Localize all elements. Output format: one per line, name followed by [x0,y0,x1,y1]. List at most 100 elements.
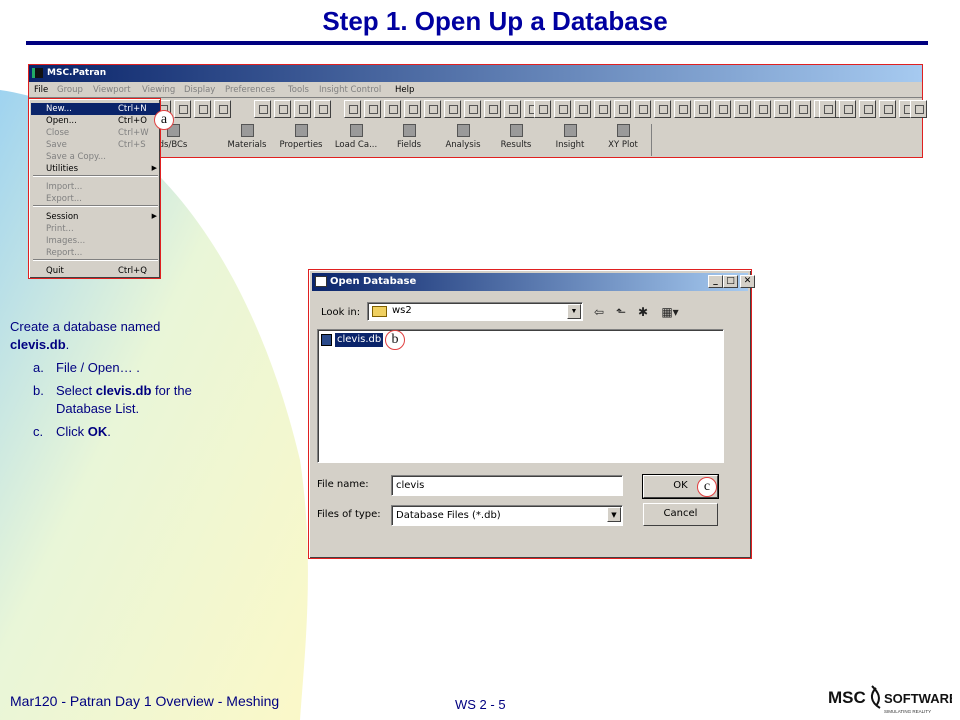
logo-software-text: SOFTWARE [884,691,952,706]
toolbar-button[interactable] [754,100,771,118]
app-button-fields[interactable]: Fields [382,122,436,156]
file-menu-item-session[interactable]: Session ▶ [31,211,160,223]
patran-menubar: File Group Viewport Viewing Display Pref… [29,82,922,98]
app-button-results[interactable]: Results [489,122,543,156]
file-menu-item-export[interactable]: Export... [31,193,160,205]
toolbar-button[interactable] [859,100,876,118]
toolbar-button[interactable] [484,100,501,118]
back-arrow-icon[interactable]: ⇦ [591,304,607,320]
file-menu-item-images[interactable]: Images... [31,235,160,247]
file-name-field[interactable]: clevis [391,475,623,496]
toolbar-button[interactable] [424,100,441,118]
file-menu-item-report[interactable]: Report... [31,247,160,259]
toolbar-button[interactable] [364,100,381,118]
menu-item-label: Open... [46,116,77,126]
app-button-insight[interactable]: Insight [543,122,597,156]
toolbar-button[interactable] [534,100,551,118]
app-button-xy-plot[interactable]: XY Plot [596,122,650,156]
toolbar-button[interactable] [194,100,211,118]
app-button-load-cases[interactable]: Load Ca... [329,122,383,156]
file-menu-item-close[interactable]: Close Ctrl+W [31,127,160,139]
toolbar-button[interactable] [879,100,896,118]
callout-a: a [154,110,174,130]
toolbar-button[interactable] [574,100,591,118]
menu-tools[interactable]: Tools [288,85,309,95]
dialog-titlebar: Open Database _ □ ✕ [312,273,755,291]
look-in-dropdown[interactable]: ws2 ▼ [367,302,583,321]
logo-tagline: SIMULATING REALITY [884,709,931,714]
file-menu-item-utilities[interactable]: Utilities ▶ [31,163,160,175]
cancel-button[interactable]: Cancel [643,503,718,526]
toolbar-button[interactable] [294,100,311,118]
toolbar-button[interactable] [654,100,671,118]
file-menu-item-new[interactable]: New... Ctrl+N [31,103,160,115]
menu-viewing[interactable]: Viewing [142,85,175,95]
new-folder-icon[interactable]: ✱ [635,304,651,320]
chevron-down-icon[interactable]: ▼ [607,507,621,522]
menu-file[interactable]: File [34,85,48,95]
menu-item-label: Report... [46,248,83,258]
toolbar-button[interactable] [794,100,811,118]
toolbar-button[interactable] [464,100,481,118]
menu-group[interactable]: Group [57,85,83,95]
file-list[interactable]: clevis.db [317,329,724,463]
file-menu-item-save[interactable]: Save Ctrl+S [31,139,160,151]
logo-msc-text: MSC [828,688,866,707]
up-folder-icon[interactable]: ⬑ [613,304,629,320]
menu-item-label: Import... [46,182,83,192]
menu-help[interactable]: Help [395,85,414,95]
file-menu-item-import[interactable]: Import... [31,181,160,193]
chevron-down-icon[interactable]: ▼ [567,304,581,319]
menu-item-label: Session [46,212,79,222]
minimize-button[interactable]: _ [708,275,723,288]
toolbar-button[interactable] [674,100,691,118]
callout-c: c [697,477,717,497]
maximize-button[interactable]: □ [723,275,738,288]
msc-software-logo: MSC SOFTWARE SIMULATING REALITY [828,685,952,714]
instruction-intro: Create a database named clevis.db. [10,319,161,352]
submenu-arrow-icon: ▶ [151,212,157,220]
patran-toolbar [154,100,927,122]
app-button-properties[interactable]: Properties [274,122,328,156]
toolbar-button[interactable] [314,100,331,118]
toolbar-button[interactable] [839,100,856,118]
menu-item-shortcut: Ctrl+S [118,140,146,150]
file-menu-item-print[interactable]: Print... [31,223,160,235]
menu-item-label: Save a Copy... [46,152,106,162]
menu-preferences[interactable]: Preferences [225,85,275,95]
file-menu-item-save-a-copy[interactable]: Save a Copy... [31,151,160,163]
toolbar-button[interactable] [819,100,836,118]
toolbar-button[interactable] [614,100,631,118]
toolbar-button[interactable] [344,100,361,118]
menu-insight-control[interactable]: Insight Control [319,85,381,95]
toolbar-button[interactable] [594,100,611,118]
toolbar-button[interactable] [774,100,791,118]
file-menu-item-open[interactable]: Open... Ctrl+O [31,115,160,127]
toolbar-button[interactable] [634,100,651,118]
menu-viewport[interactable]: Viewport [93,85,131,95]
files-of-type-dropdown[interactable]: Database Files (*.db) ▼ [391,505,623,526]
close-button[interactable]: ✕ [740,275,755,288]
app-button-analysis[interactable]: Analysis [436,122,490,156]
toolbar-button[interactable] [214,100,231,118]
toolbar-button[interactable] [274,100,291,118]
toolbar-button[interactable] [404,100,421,118]
patran-titlebar: MSC.Patran [29,65,922,82]
toolbar-button[interactable] [734,100,751,118]
toolbar-button[interactable] [694,100,711,118]
toolbar-button[interactable] [504,100,521,118]
toolbar-button[interactable] [254,100,271,118]
view-menu-icon[interactable]: ▦▾ [658,304,682,320]
file-menu-item-quit[interactable]: Quit Ctrl+Q [31,265,160,277]
app-button-materials[interactable]: Materials [220,122,274,156]
database-file-icon [321,334,332,346]
toolbar-button[interactable] [444,100,461,118]
toolbar-button[interactable] [384,100,401,118]
file-menu-dropdown: New... Ctrl+N Open... Ctrl+O Close Ctrl+W Save… [28,98,161,279]
toolbar-button[interactable] [174,100,191,118]
home-icon[interactable] [910,100,927,118]
menu-display[interactable]: Display [184,85,215,95]
toolbar-button[interactable] [714,100,731,118]
toolbar-button[interactable] [554,100,571,118]
menu-item-label: Images... [46,236,86,246]
